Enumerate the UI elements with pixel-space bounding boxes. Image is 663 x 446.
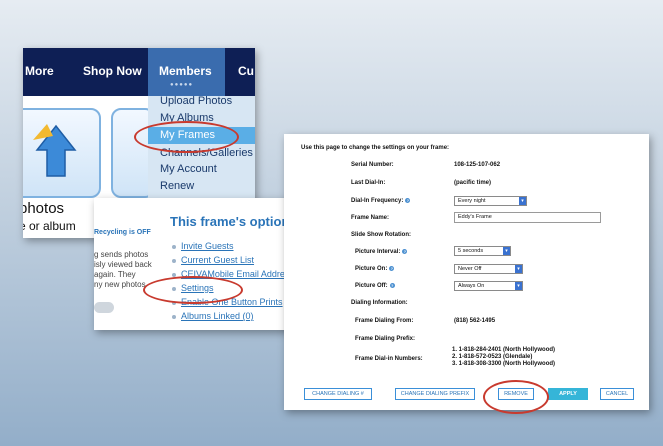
dialin-frequency-label: Dial-In Frequency:? — [351, 198, 411, 205]
photo-tile[interactable] — [23, 108, 101, 198]
tile-label-album: e or album — [23, 219, 76, 233]
change-dialing-button[interactable]: CHANGE DIALING # — [304, 388, 372, 400]
dialin-number-2: 2. 1-818-572-0523 (Glendale) — [452, 354, 533, 360]
nav-members[interactable]: Members ●●●●● — [148, 48, 225, 96]
desc-line-1: g sends photos — [94, 250, 149, 259]
desc-line-4: ny new photos — [94, 280, 146, 289]
menu-upload-photos[interactable]: Upload Photos — [160, 95, 232, 107]
chevron-down-icon: ▾ — [519, 197, 526, 205]
dialing-information-label: Dialing Information: — [351, 300, 408, 306]
dialin-frequency-selected: Every night — [458, 198, 486, 204]
desc-line-3: again. They — [94, 270, 136, 279]
nav-shop-now[interactable]: Shop Now — [83, 64, 142, 78]
dialing-from-label: Frame Dialing From: — [355, 318, 414, 324]
chevron-down-icon: ▾ — [503, 247, 510, 255]
nav-cu[interactable]: Cu — [238, 64, 254, 78]
highlight-oval-my-frames — [134, 121, 239, 153]
chevron-down-icon: ▾ — [515, 265, 522, 273]
dialin-numbers-list: 1. 1-818-284-2401 (North Hollywood) 2. 1… — [452, 347, 555, 368]
option-current-guest-list[interactable]: Current Guest List — [172, 255, 254, 265]
help-icon[interactable]: ? — [405, 198, 411, 203]
slideshow-rotation-label: Slide Show Rotation: — [351, 232, 411, 238]
picture-on-text: Picture On: — [355, 266, 388, 273]
picture-off-text: Picture Off: — [355, 283, 388, 290]
picture-interval-selected: 5 seconds — [458, 248, 484, 254]
last-dialin-label: Last Dial-In: — [351, 180, 386, 186]
picture-interval-text: Picture Interval: — [355, 249, 401, 256]
picture-on-select[interactable]: Never Off ▾ — [454, 264, 523, 274]
desc-line-2: isly viewed back — [94, 260, 152, 269]
cancel-button[interactable]: CANCEL — [600, 388, 634, 400]
tile-label-photos: photos — [23, 200, 65, 217]
frame-settings-panel: Use this page to change the settings on … — [284, 134, 649, 410]
option-label: Albums Linked (0) — [181, 311, 254, 321]
options-title: This frame's options — [170, 214, 297, 229]
picture-interval-label: Picture Interval:? — [355, 249, 408, 256]
dialin-numbers-label: Frame Dial-in Numbers: — [355, 356, 423, 362]
picture-on-selected: Never Off — [458, 266, 482, 272]
option-label: Invite Guests — [181, 241, 234, 251]
bullet-icon — [172, 314, 176, 319]
dots-indicator: ●●●●● — [170, 82, 194, 88]
help-icon[interactable]: ? — [389, 266, 395, 271]
settings-intro: Use this page to change the settings on … — [301, 145, 450, 151]
frame-options-panel: Recycling is OFF g sends photos isly vie… — [94, 198, 306, 330]
picture-interval-select[interactable]: 5 seconds ▾ — [454, 246, 511, 256]
menu-renew[interactable]: Renew — [160, 180, 194, 192]
dialin-frequency-text: Dial-In Frequency: — [351, 198, 404, 205]
option-label: Current Guest List — [181, 255, 255, 265]
dialing-prefix-label: Frame Dialing Prefix: — [355, 336, 416, 342]
last-dialin-value: (pacific time) — [454, 180, 492, 186]
picture-off-selected: Always On — [458, 283, 485, 289]
help-icon[interactable]: ? — [389, 283, 395, 288]
highlight-oval-remove — [483, 380, 549, 414]
change-dialing-prefix-button[interactable]: CHANGE DIALING PREFIX — [395, 388, 475, 400]
top-navbar: More Shop Now Members ●●●●● Cu — [23, 48, 255, 96]
picture-on-label: Picture On:? — [355, 266, 395, 273]
dialin-frequency-select[interactable]: Every night ▾ — [454, 196, 527, 206]
nav-more[interactable]: More — [25, 64, 54, 78]
picture-off-label: Picture Off:? — [355, 283, 395, 289]
bullet-icon — [172, 258, 176, 263]
chevron-down-icon: ▾ — [515, 282, 522, 290]
dialin-number-3: 3. 1-818-308-3300 (North Hollywood) — [452, 361, 556, 367]
frame-name-label: Frame Name: — [351, 215, 390, 221]
bullet-icon — [172, 244, 176, 249]
recycling-status: Recycling is OFF — [94, 229, 151, 236]
upload-arrow-icon — [33, 124, 77, 177]
dialing-from-value: (818) 562-1495 — [454, 318, 496, 324]
apply-button[interactable]: APPLY — [548, 388, 588, 400]
frame-name-input[interactable]: Eddy's Frame — [454, 212, 601, 223]
option-albums-linked[interactable]: Albums Linked (0) — [172, 311, 254, 321]
serial-number-label: Serial Number: — [351, 162, 394, 168]
serial-number-value: 108-125-107-062 — [454, 162, 501, 168]
picture-off-select[interactable]: Always On ▾ — [454, 281, 523, 291]
nav-members-label: Members — [159, 64, 212, 78]
help-icon[interactable]: ? — [402, 249, 408, 254]
option-invite-guests[interactable]: Invite Guests — [172, 241, 234, 251]
dialin-number-1: 1. 1-818-284-2401 (North Hollywood) — [452, 347, 556, 353]
recycling-toggle[interactable] — [94, 302, 114, 313]
highlight-oval-settings — [143, 276, 243, 304]
menu-my-account[interactable]: My Account — [160, 163, 217, 175]
